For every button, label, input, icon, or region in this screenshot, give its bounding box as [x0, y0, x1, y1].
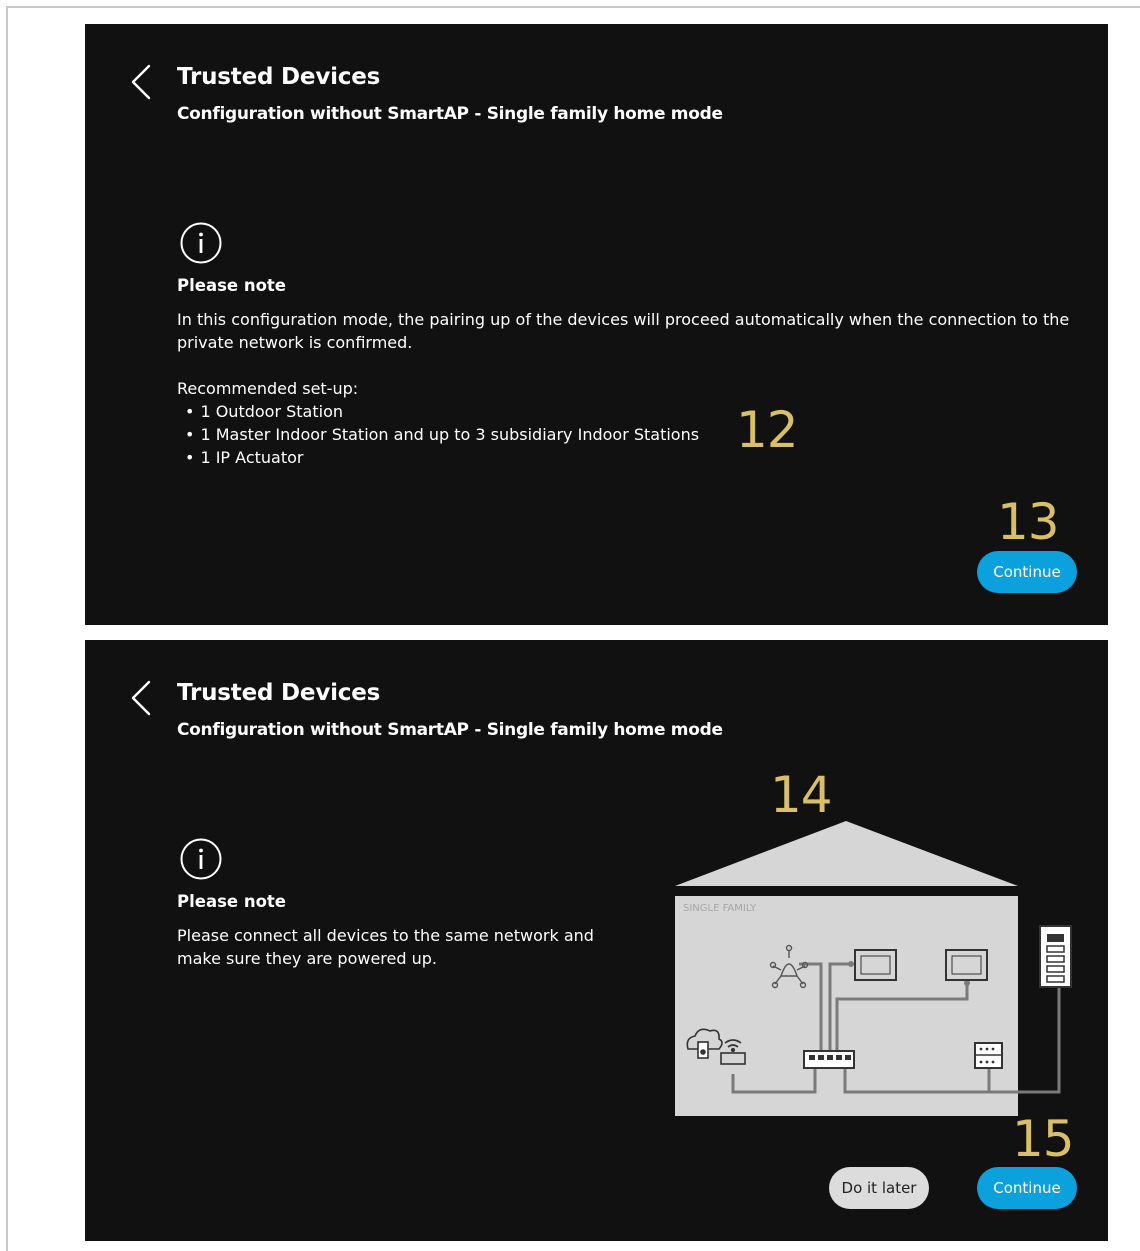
frame-border-top — [6, 6, 1140, 8]
switch-icon — [803, 1050, 855, 1069]
network-diagram: SINGLE FAMILY — [675, 821, 1072, 1116]
continue-button[interactable]: Continue — [977, 551, 1077, 593]
list-item: 1 Master Indoor Station and up to 3 subs… — [185, 423, 699, 446]
continue-button[interactable]: Continue — [977, 1167, 1077, 1209]
house-label: SINGLE FAMILY — [683, 903, 757, 914]
list-item: 1 IP Actuator — [185, 446, 699, 469]
do-it-later-button[interactable]: Do it later — [829, 1167, 929, 1209]
callout-number: 13 — [997, 493, 1060, 551]
callout-number: 15 — [1012, 1110, 1075, 1168]
callout-number: 12 — [736, 401, 799, 459]
list-item: 1 Outdoor Station — [185, 400, 699, 423]
actuator-icon — [974, 1042, 1003, 1069]
callout-number: 14 — [770, 766, 833, 824]
screen-recommended-setup: Trusted Devices Configuration without Sm… — [85, 24, 1108, 625]
info-circle-icon — [180, 838, 222, 880]
chevron-left-icon[interactable] — [127, 62, 155, 102]
setup-label: Recommended set-up: — [177, 379, 359, 398]
outdoor-station-icon — [1039, 925, 1072, 988]
page-title: Trusted Devices — [177, 680, 381, 706]
info-circle-icon — [180, 222, 222, 264]
note-body: Please connect all devices to the same n… — [177, 926, 594, 968]
screen-network-connection: Trusted Devices Configuration without Sm… — [85, 640, 1108, 1241]
note-heading: Please note — [177, 276, 286, 295]
chevron-left-icon[interactable] — [127, 678, 155, 718]
note-body: In this configuration mode, the pairing … — [177, 310, 1070, 352]
house-roof-icon — [675, 821, 1018, 886]
setup-list: 1 Outdoor Station 1 Master Indoor Statio… — [185, 400, 699, 469]
frame-border-left — [6, 6, 8, 1251]
note-heading: Please note — [177, 892, 286, 911]
page-subtitle: Configuration without SmartAP - Single f… — [177, 720, 723, 740]
page-subtitle: Configuration without SmartAP - Single f… — [177, 104, 723, 124]
page-title: Trusted Devices — [177, 64, 381, 90]
